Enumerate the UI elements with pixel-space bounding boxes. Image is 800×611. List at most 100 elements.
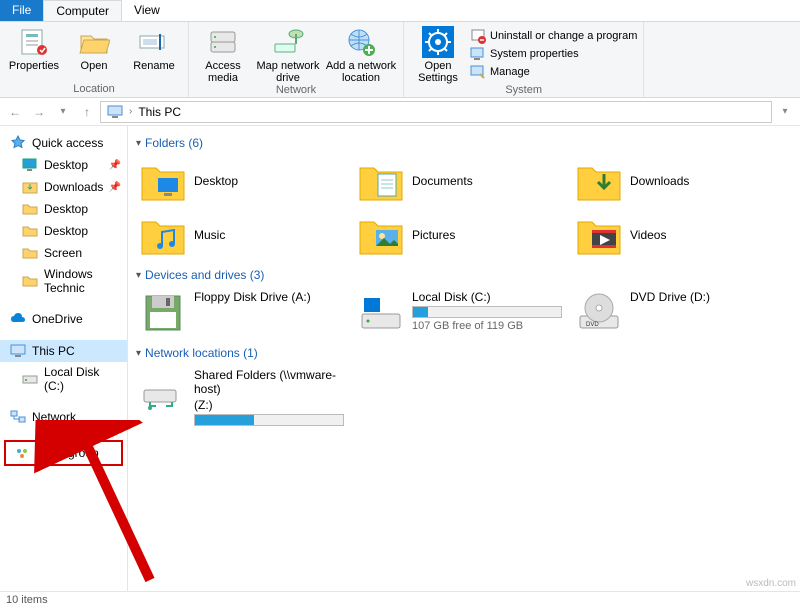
add-network-location-button[interactable]: Add a network location	[325, 24, 397, 84]
properties-icon	[18, 26, 50, 58]
rename-icon	[138, 26, 170, 58]
ribbon-group-label: System	[410, 84, 637, 98]
folder-icon	[22, 245, 38, 261]
folder-downloads[interactable]: Downloads	[572, 154, 790, 208]
sidebar-item-desktop[interactable]: Desktop📌	[0, 154, 127, 176]
sidebar-item-windows-technic[interactable]: Windows Technic	[0, 264, 127, 298]
uninstall-program-button[interactable]: Uninstall or change a program	[470, 28, 637, 44]
homegroup-highlight: Homegroup	[4, 440, 123, 466]
dvd-icon: DVD	[576, 290, 622, 336]
item-count: 10 items	[6, 594, 48, 606]
rename-button[interactable]: Rename	[126, 24, 182, 72]
downloads-folder-icon	[576, 158, 622, 204]
storage-bar	[194, 414, 344, 426]
sidebar-onedrive[interactable]: OneDrive	[0, 308, 127, 330]
tab-computer[interactable]: Computer	[43, 0, 122, 21]
sidebar-homegroup[interactable]: Homegroup	[6, 442, 121, 464]
drive-local-c[interactable]: Local Disk (C:) 107 GB free of 119 GB	[354, 286, 572, 340]
open-icon	[78, 26, 110, 58]
address-path[interactable]: › This PC	[100, 101, 772, 123]
folder-icon	[22, 273, 38, 289]
network-drive-icon	[140, 368, 186, 414]
documents-folder-icon	[358, 158, 404, 204]
onedrive-icon	[10, 311, 26, 327]
drive-floppy[interactable]: Floppy Disk Drive (A:)	[136, 286, 354, 340]
open-settings-button[interactable]: Open Settings	[410, 24, 466, 84]
sidebar-network[interactable]: Network	[0, 406, 127, 428]
access-media-button[interactable]: Access media	[195, 24, 251, 84]
chevron-icon: ›	[129, 106, 132, 117]
svg-text:DVD: DVD	[586, 322, 599, 328]
tab-view[interactable]: View	[122, 0, 172, 21]
collapse-icon: ▾	[136, 138, 141, 149]
homegroup-icon	[14, 445, 30, 461]
sidebar-item-downloads[interactable]: Downloads📌	[0, 176, 127, 198]
tab-file[interactable]: File	[0, 0, 43, 21]
ribbon-group-location: Properties Open Rename Location	[0, 22, 189, 97]
watermark: wsxdn.com	[746, 578, 796, 589]
manage-icon	[470, 64, 486, 80]
folder-music[interactable]: Music	[136, 208, 354, 262]
floppy-icon	[140, 290, 186, 336]
network-icon	[10, 409, 26, 425]
map-drive-icon	[272, 26, 304, 58]
sidebar-item-desktop2[interactable]: Desktop	[0, 198, 127, 220]
navigation-pane: Quick access Desktop📌 Downloads📌 Desktop…	[0, 126, 128, 591]
downloads-icon	[22, 179, 38, 195]
section-devices[interactable]: ▾Devices and drives (3)	[136, 268, 792, 282]
content-pane: ▾Folders (6) Desktop Documents Downloads…	[128, 126, 800, 591]
folder-documents[interactable]: Documents	[354, 154, 572, 208]
ribbon-group-system: Open Settings Uninstall or change a prog…	[404, 22, 644, 97]
properties-button[interactable]: Properties	[6, 24, 62, 72]
network-drive-z[interactable]: Shared Folders (\\vmware-host) (Z:)	[136, 364, 354, 430]
storage-bar	[412, 306, 562, 318]
sidebar-item-screen[interactable]: Screen	[0, 242, 127, 264]
section-folders[interactable]: ▾Folders (6)	[136, 136, 792, 150]
drive-icon	[22, 371, 38, 387]
manage-button[interactable]: Manage	[470, 64, 637, 80]
desktop-folder-icon	[140, 158, 186, 204]
ribbon-group-label: Location	[6, 83, 182, 97]
status-bar: 10 items	[0, 591, 800, 611]
sidebar-quick-access[interactable]: Quick access	[0, 132, 127, 154]
pin-icon: 📌	[109, 182, 121, 193]
recent-locations-button[interactable]: ▾	[52, 101, 74, 123]
address-bar: ← → ▾ ↑ › This PC ▾	[0, 98, 800, 126]
desktop-icon	[22, 157, 38, 173]
folder-videos[interactable]: Videos	[572, 208, 790, 262]
pictures-folder-icon	[358, 212, 404, 258]
map-network-drive-button[interactable]: Map network drive	[255, 24, 321, 84]
music-folder-icon	[140, 212, 186, 258]
back-button[interactable]: ←	[4, 101, 26, 123]
collapse-icon: ▾	[136, 348, 141, 359]
sidebar-item-desktop3[interactable]: Desktop	[0, 220, 127, 242]
sys-props-icon	[470, 46, 486, 62]
folder-pictures[interactable]: Pictures	[354, 208, 572, 262]
pin-icon: 📌	[109, 160, 121, 171]
forward-button[interactable]: →	[28, 101, 50, 123]
videos-folder-icon	[576, 212, 622, 258]
folder-icon	[22, 201, 38, 217]
sidebar-local-disk[interactable]: Local Disk (C:)	[0, 362, 127, 396]
up-button[interactable]: ↑	[76, 101, 98, 123]
folder-icon	[22, 223, 38, 239]
open-button[interactable]: Open	[66, 24, 122, 72]
ribbon: Properties Open Rename Location Access m…	[0, 22, 800, 98]
breadcrumb-location: This PC	[138, 105, 181, 119]
add-location-icon	[345, 26, 377, 58]
ribbon-group-network: Access media Map network drive Add a net…	[189, 22, 404, 97]
access-media-icon	[207, 26, 239, 58]
section-network-locations[interactable]: ▾Network locations (1)	[136, 346, 792, 360]
uninstall-icon	[470, 28, 486, 44]
star-icon	[10, 135, 26, 151]
ribbon-group-label: Network	[195, 84, 397, 98]
folder-desktop[interactable]: Desktop	[136, 154, 354, 208]
drive-dvd[interactable]: DVD DVD Drive (D:)	[572, 286, 790, 340]
sidebar-this-pc[interactable]: This PC	[0, 340, 127, 362]
this-pc-icon	[10, 343, 26, 359]
address-dropdown[interactable]: ▾	[774, 101, 796, 123]
window-tabs: File Computer View	[0, 0, 800, 22]
system-properties-button[interactable]: System properties	[470, 46, 637, 62]
local-disk-icon	[358, 290, 404, 336]
collapse-icon: ▾	[136, 270, 141, 281]
